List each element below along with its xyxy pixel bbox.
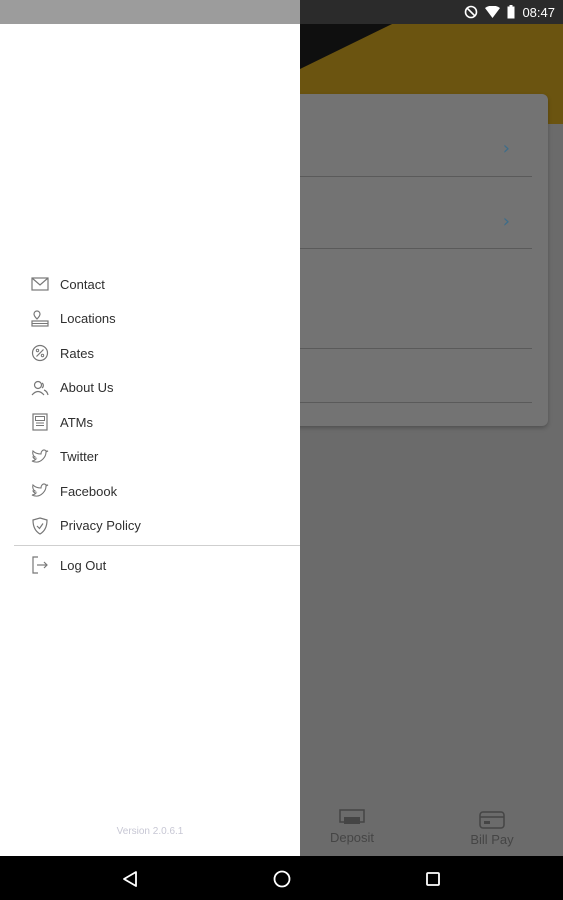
- deposit-tab: Deposit: [302, 804, 402, 845]
- recents-icon[interactable]: [422, 868, 444, 890]
- home-icon[interactable]: [271, 868, 293, 890]
- navigation-drawer: Contact Locations Rates About Us ATMs Tw…: [0, 24, 300, 856]
- deposit-tab-label: Deposit: [329, 830, 375, 845]
- background-bottom-tabs: Deposit Bill Pay: [300, 804, 563, 856]
- menu-item-contact[interactable]: Contact: [0, 267, 300, 302]
- menu-item-about-us[interactable]: About Us: [0, 371, 300, 406]
- background-card-row: ›: [286, 177, 532, 249]
- status-bar-drawer-overlay: [0, 0, 300, 24]
- drawer-menu: Contact Locations Rates About Us ATMs Tw…: [0, 267, 300, 583]
- bill-pay-tab-label: Bill Pay: [470, 832, 514, 847]
- deposit-icon: [339, 809, 365, 824]
- background-card-row: [286, 249, 532, 349]
- wifi-icon: [485, 6, 501, 18]
- status-bar: 08:47: [0, 0, 563, 24]
- location-pin-icon: [30, 309, 50, 329]
- menu-item-label: Twitter: [60, 449, 99, 465]
- atm-icon: [30, 412, 50, 432]
- background-card: › ›: [286, 94, 548, 426]
- menu-item-rates[interactable]: Rates: [0, 336, 300, 371]
- menu-item-label: Privacy Policy: [60, 518, 141, 534]
- envelope-icon: [30, 274, 50, 294]
- menu-item-label: Facebook: [60, 483, 118, 499]
- people-icon: [30, 378, 50, 398]
- twitter-bird-icon: [30, 447, 50, 467]
- bill-pay-tab: Bill Pay: [442, 804, 542, 847]
- menu-item-label: Rates: [60, 345, 94, 361]
- bill-pay-icon: [479, 811, 505, 829]
- battery-icon: [507, 5, 515, 19]
- menu-item-label: ATMs: [60, 414, 93, 430]
- status-time: 08:47: [522, 4, 555, 20]
- chevron-right-icon: ›: [502, 138, 510, 159]
- logout-icon: [30, 555, 50, 575]
- app-version: Version 2.0.6.1: [116, 826, 184, 837]
- menu-divider: [14, 545, 300, 546]
- menu-item-label: Log Out: [60, 557, 107, 573]
- menu-item-locations[interactable]: Locations: [0, 302, 300, 337]
- menu-item-facebook[interactable]: Facebook: [0, 474, 300, 509]
- background-card-row: ›: [286, 94, 532, 177]
- system-nav-bar: [0, 856, 563, 900]
- menu-item-twitter[interactable]: Twitter: [0, 440, 300, 475]
- menu-item-label: Locations: [60, 311, 116, 327]
- menu-item-atms[interactable]: ATMs: [0, 405, 300, 440]
- menu-item-privacy-policy[interactable]: Privacy Policy: [0, 509, 300, 544]
- facebook-icon: [30, 481, 50, 501]
- do-not-disturb-icon: [464, 5, 478, 19]
- menu-item-log-out[interactable]: Log Out: [0, 548, 300, 583]
- menu-item-label: Contact: [60, 276, 105, 292]
- shield-icon: [30, 516, 50, 536]
- status-icons: 08:47: [464, 0, 555, 24]
- background-card-row: [286, 349, 532, 403]
- menu-item-label: About Us: [60, 380, 114, 396]
- percent-icon: [30, 343, 50, 363]
- back-icon[interactable]: [119, 868, 141, 890]
- chevron-right-icon: ›: [502, 211, 510, 232]
